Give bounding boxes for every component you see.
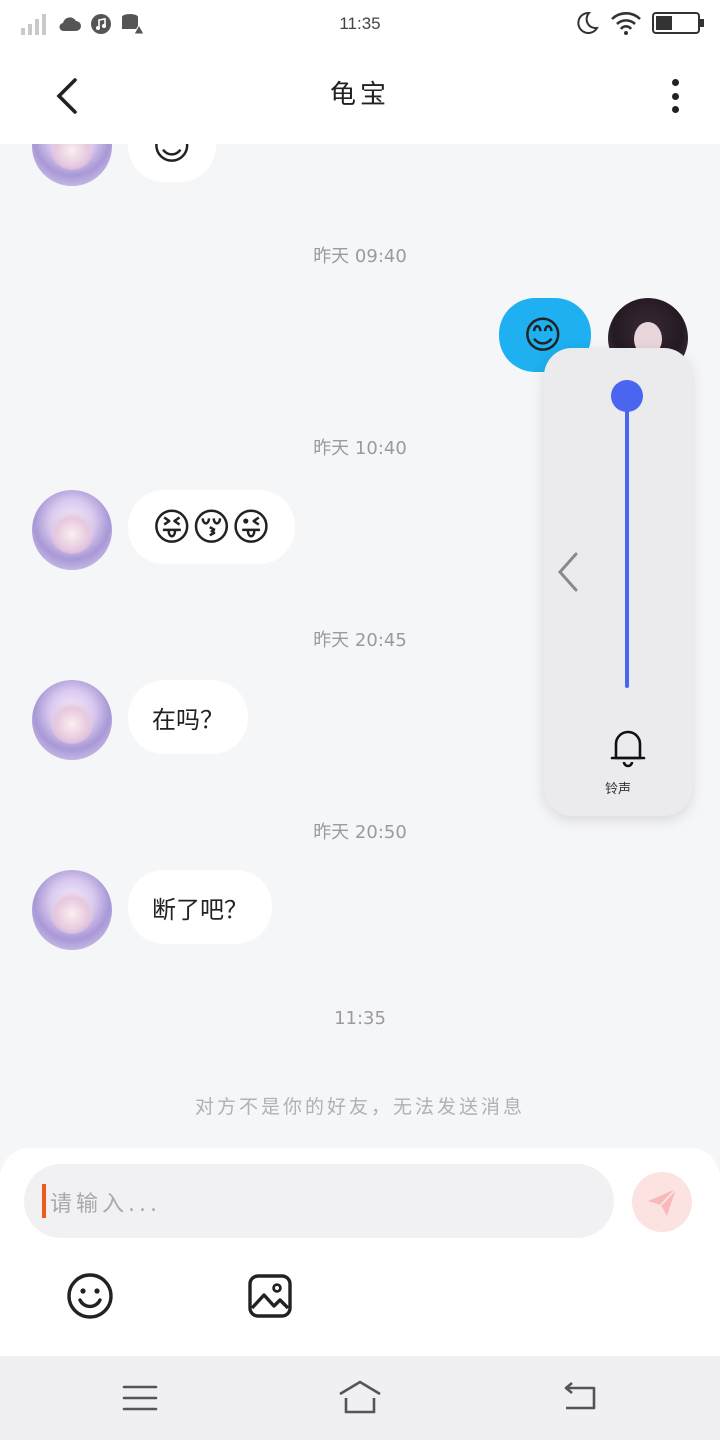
input-placeholder: 请输入... [50, 1192, 161, 1217]
message-input[interactable]: 请输入... [24, 1164, 614, 1238]
more-vertical-icon [671, 79, 679, 86]
timestamp: 11:35 [334, 1008, 386, 1029]
chat-header: 龟宝 [0, 48, 720, 144]
chevron-left-icon[interactable] [552, 550, 582, 594]
timestamp: 昨天 20:50 [313, 822, 407, 843]
send-button[interactable] [632, 1172, 692, 1232]
back-return-icon[interactable] [558, 1378, 602, 1418]
home-icon[interactable] [336, 1378, 384, 1418]
message-text: 在吗？ [152, 705, 224, 734]
friend-avatar[interactable] [32, 680, 112, 760]
system-notice: 对方不是你的好友，无法发送消息 [194, 1096, 525, 1118]
system-nav-bar [0, 1356, 720, 1440]
paper-plane-icon [648, 1188, 677, 1216]
message-text: 😊 [523, 313, 563, 357]
message-bubble-friend[interactable]: 断了吧？ [128, 870, 272, 944]
image-icon[interactable] [244, 1270, 296, 1322]
message-bubble-friend[interactable]: 在吗？ [128, 680, 248, 754]
friend-avatar[interactable] [32, 490, 112, 570]
timestamp: 昨天 09:40 [313, 246, 407, 267]
message-text: 😝😚😜 [152, 505, 271, 549]
status-bar: 11:35 [0, 0, 720, 48]
volume-panel: 铃声 [544, 348, 692, 816]
message-text: 😊 [152, 144, 192, 168]
menu-icon[interactable] [118, 1378, 162, 1418]
smile-icon[interactable] [64, 1270, 116, 1322]
page-title: 龟宝 [329, 80, 390, 110]
wifi-icon [611, 12, 641, 35]
text-caret [42, 1184, 46, 1218]
friend-avatar[interactable] [32, 144, 112, 186]
bell-icon[interactable] [608, 726, 648, 768]
input-area: 请输入... [0, 1148, 720, 1356]
friend-avatar[interactable] [32, 870, 112, 950]
status-right-icons [574, 10, 706, 36]
message-bubble-friend[interactable]: 😝😚😜 [128, 490, 295, 564]
more-options-button[interactable] [660, 76, 690, 116]
message-bubble-friend[interactable]: 😊 [128, 144, 216, 182]
volume-slider-thumb[interactable] [611, 380, 643, 412]
message-text: 断了吧？ [152, 895, 248, 924]
moon-icon [577, 11, 599, 34]
battery-icon [652, 12, 704, 34]
volume-label: 铃声 [604, 782, 631, 797]
volume-slider-track[interactable] [625, 396, 629, 688]
